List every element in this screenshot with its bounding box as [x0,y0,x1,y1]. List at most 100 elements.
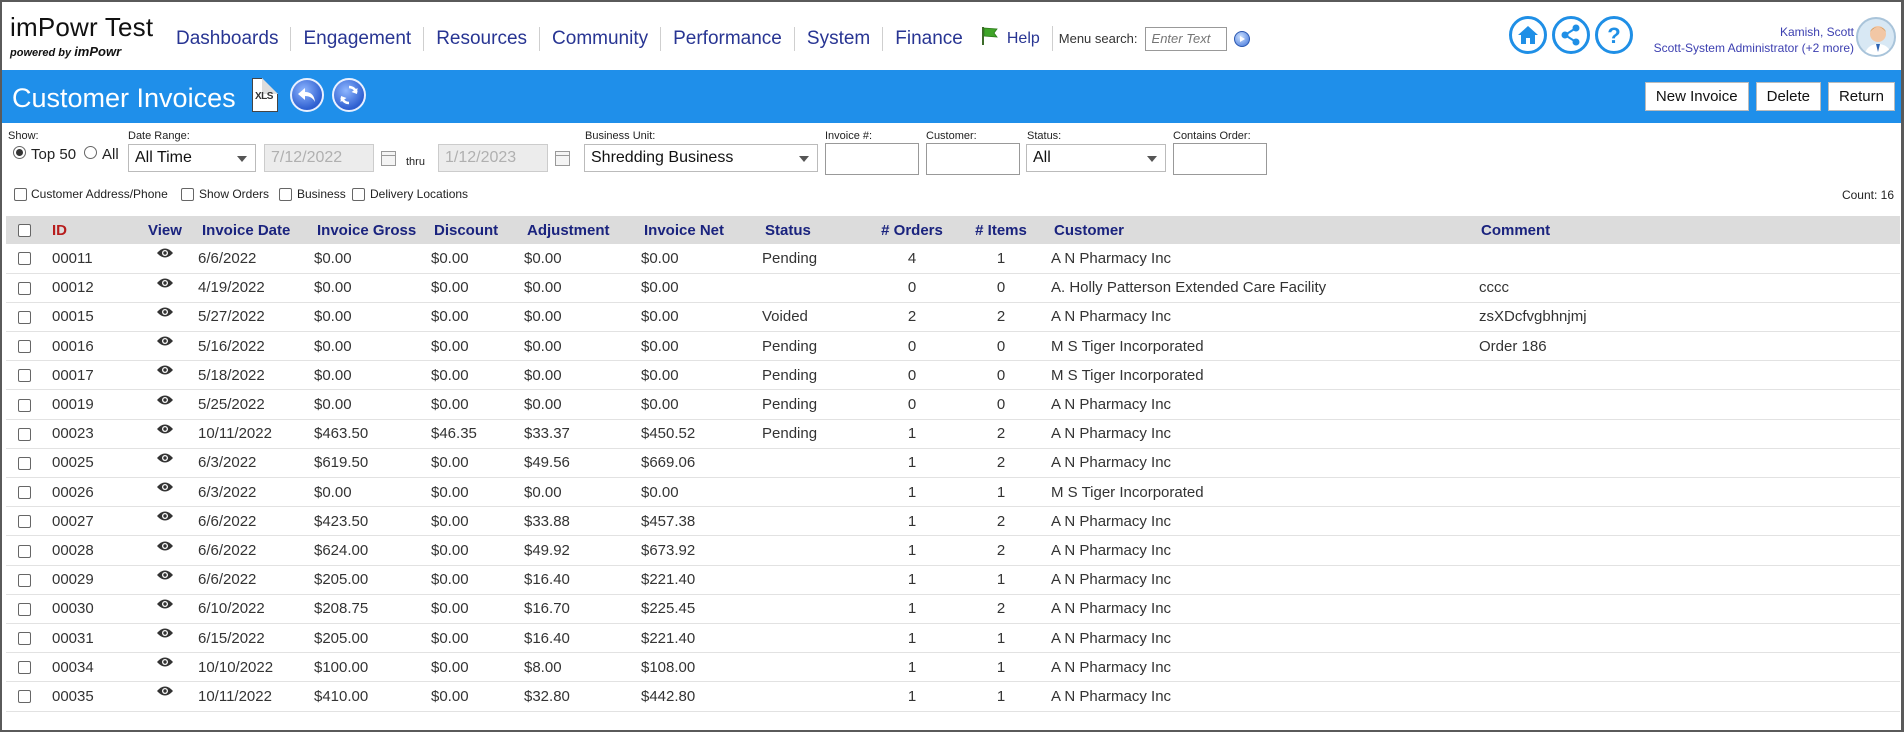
nav-finance[interactable]: Finance [883,27,975,51]
cell-id[interactable]: 00023 [46,419,142,448]
eye-icon[interactable] [156,626,174,643]
col-header-items[interactable]: # Items [957,216,1045,244]
row-checkbox[interactable] [18,661,31,675]
row-checkbox[interactable] [18,690,31,704]
eye-icon[interactable] [156,480,174,497]
table-row[interactable]: 00029 6/6/2022 $205.00 $0.00 $16.40 $221.40 1 1… [6,565,1900,595]
nav-dashboards[interactable]: Dashboards [164,26,292,51]
col-header-invoice-gross[interactable]: Invoice Gross [304,216,421,244]
eye-icon[interactable] [156,393,174,410]
all-radio[interactable] [84,146,97,159]
table-row[interactable]: 00019 5/25/2022 $0.00 $0.00 $0.00 $0.00 Pendin… [6,390,1900,420]
eye-icon[interactable] [156,684,174,701]
cell-id[interactable]: 00026 [46,478,142,507]
home-icon[interactable] [1509,16,1547,54]
date-range-select[interactable]: All Time [128,144,256,172]
table-row[interactable]: 00011 6/6/2022 $0.00 $0.00 $0.00 $0.00 Pending… [6,244,1900,274]
col-header-comment[interactable]: Comment [1473,216,1900,244]
business-checkbox[interactable] [279,188,292,201]
show-orders-checkbox[interactable] [181,188,194,201]
cell-id[interactable]: 00034 [46,653,142,682]
col-header-adjustment[interactable]: Adjustment [514,216,631,244]
nav-system[interactable]: System [795,26,884,51]
table-row[interactable]: 00012 4/19/2022 $0.00 $0.00 $0.00 $0.00 0 0 A. H… [6,273,1900,303]
row-checkbox[interactable] [18,252,31,266]
new-invoice-button[interactable]: New Invoice [1644,82,1749,111]
col-header-invoice-net[interactable]: Invoice Net [631,216,747,244]
cell-id[interactable]: 00016 [46,332,142,361]
table-row[interactable]: 00028 6/6/2022 $624.00 $0.00 $49.92 $673.92 1 2… [6,536,1900,566]
cell-id[interactable]: 00030 [46,594,142,623]
contains-order-input[interactable] [1173,143,1267,175]
table-row[interactable]: 00025 6/3/2022 $619.50 $0.00 $49.56 $669.06 1 2… [6,448,1900,478]
menu-search-go-icon[interactable] [1233,30,1250,47]
customer-address-checkbox[interactable] [14,188,27,201]
row-checkbox[interactable] [18,632,31,646]
menu-search-input[interactable] [1144,26,1227,51]
col-header-orders[interactable]: # Orders [867,216,957,244]
row-checkbox[interactable] [18,311,31,324]
table-row[interactable]: 00034 10/10/2022 $100.00 $0.00 $8.00 $108.00 1… [6,653,1900,682]
eye-icon[interactable] [156,276,174,293]
row-checkbox[interactable] [18,456,31,470]
col-header-customer[interactable]: Customer [1045,216,1473,244]
table-row[interactable]: 00017 5/18/2022 $0.00 $0.00 $0.00 $0.00 Pendin… [6,361,1900,390]
return-button[interactable]: Return [1827,82,1895,111]
cell-id[interactable]: 00011 [46,244,142,273]
eye-icon[interactable] [156,422,174,439]
table-row[interactable]: 00023 10/11/2022 $463.50 $46.35 $33.37 $450.5… [6,419,1900,449]
help-link[interactable]: Help [981,26,1053,51]
col-header-discount[interactable]: Discount [421,216,514,244]
cell-id[interactable]: 00019 [46,390,142,419]
col-header-invoice-date[interactable]: Invoice Date [188,216,304,244]
eye-icon[interactable] [156,246,174,263]
eye-icon[interactable] [156,451,174,468]
row-checkbox[interactable] [18,486,31,500]
avatar[interactable] [1856,17,1896,57]
col-header-status[interactable]: Status [747,216,867,244]
cell-id[interactable]: 00017 [46,361,142,390]
table-row[interactable]: 00030 6/10/2022 $208.75 $0.00 $16.70 $225.45 1… [6,594,1900,624]
cell-id[interactable]: 00012 [46,273,142,302]
nav-performance[interactable]: Performance [661,26,795,51]
table-row[interactable]: 00015 5/27/2022 $0.00 $0.00 $0.00 $0.00 Voided… [6,302,1900,332]
cell-id[interactable]: 00031 [46,623,142,652]
select-all-checkbox[interactable] [18,224,31,238]
eye-icon[interactable] [156,363,174,380]
row-checkbox[interactable] [18,427,31,441]
col-header-id[interactable]: ID [46,216,142,244]
nav-engagement[interactable]: Engagement [291,26,425,51]
eye-icon[interactable] [156,597,174,614]
table-row[interactable]: 00031 6/15/2022 $205.00 $0.00 $16.40 $221.40 1… [6,623,1900,653]
row-checkbox[interactable] [18,544,31,558]
row-checkbox[interactable] [18,340,31,354]
table-row[interactable]: 00035 10/11/2022 $410.00 $0.00 $32.80 $442.80… [6,682,1900,711]
nav-community[interactable]: Community [540,26,662,51]
table-row[interactable]: 00026 6/3/2022 $0.00 $0.00 $0.00 $0.00 1 1 M S T… [6,478,1900,507]
row-checkbox[interactable] [18,398,31,412]
eye-icon[interactable] [156,509,174,526]
row-checkbox[interactable] [18,281,31,295]
cell-id[interactable]: 00029 [46,565,142,594]
cell-id[interactable]: 00035 [46,682,142,711]
refresh-icon[interactable] [332,78,366,112]
delete-button[interactable]: Delete [1755,82,1821,111]
row-checkbox[interactable] [18,573,31,587]
eye-icon[interactable] [156,305,174,322]
help-circle-icon[interactable]: ? [1595,16,1633,54]
table-row[interactable]: 00016 5/16/2022 $0.00 $0.00 $0.00 $0.00 Pendin… [6,332,1900,361]
invoice-number-input[interactable] [825,143,919,175]
nav-resources[interactable]: Resources [424,26,541,51]
business-unit-select[interactable]: Shredding Business [584,144,818,172]
row-checkbox[interactable] [18,602,31,616]
eye-icon[interactable] [156,655,174,672]
eye-icon[interactable] [156,334,174,351]
user-info[interactable]: Kamish, Scott Scott-System Administrator… [1654,24,1854,56]
row-checkbox[interactable] [18,515,31,529]
top50-radio[interactable] [13,146,26,159]
cell-id[interactable]: 00025 [46,448,142,477]
back-arrow-icon[interactable] [290,78,324,112]
brand-logo[interactable]: imPowr Test powered by imPowr [10,12,153,59]
customer-input[interactable] [926,143,1020,175]
share-icon[interactable] [1552,16,1590,54]
